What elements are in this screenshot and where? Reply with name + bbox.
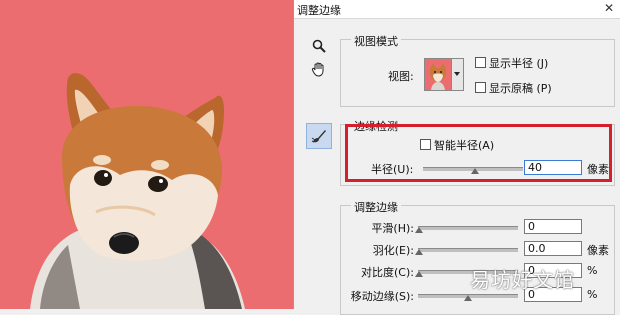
contrast-label: 对比度(C):	[361, 266, 414, 279]
feather-unit: 像素	[587, 244, 609, 257]
dog-thumbnail-image	[429, 63, 447, 90]
watermark-text: 易坊好文馆	[470, 268, 575, 292]
show-radius-label: 显示半径 (J)	[489, 57, 549, 70]
view-thumbnail[interactable]	[424, 58, 452, 91]
shift-edge-label: 移动边缘(S):	[350, 290, 414, 303]
adjust-edge-group: 调整边缘 平滑(H): 0 羽化(E): 0.0 像素 对比度(C): 0 % …	[340, 199, 615, 315]
view-label: 视图:	[388, 70, 414, 83]
smooth-slider[interactable]	[418, 226, 518, 230]
feather-slider[interactable]	[418, 248, 518, 252]
magnifier-icon	[312, 39, 326, 53]
view-mode-legend: 视图模式	[351, 33, 401, 49]
refine-radius-tool-button[interactable]	[306, 123, 332, 149]
contrast-slider-thumb[interactable]	[415, 271, 423, 277]
view-dropdown-button[interactable]	[452, 58, 464, 91]
feather-slider-thumb[interactable]	[415, 249, 423, 255]
smooth-slider-thumb[interactable]	[415, 227, 423, 233]
zoom-tool-button[interactable]	[308, 35, 330, 57]
dialog-titlebar: 调整边缘 ✕	[294, 0, 620, 19]
feather-input[interactable]: 0.0	[524, 241, 582, 256]
shift-edge-unit: %	[587, 288, 598, 301]
annotation-highlight-box	[345, 124, 612, 182]
shiba-dog-photo	[30, 73, 245, 309]
smooth-label: 平滑(H):	[371, 222, 414, 235]
adjust-edge-legend: 调整边缘	[351, 199, 401, 215]
hand-icon	[311, 62, 324, 77]
show-original-label: 显示原稿 (P)	[489, 82, 552, 95]
show-original-checkbox[interactable]	[475, 82, 486, 93]
shift-edge-slider-thumb[interactable]	[464, 295, 472, 301]
chevron-down-icon	[454, 72, 460, 76]
image-preview-canvas[interactable]	[0, 0, 293, 309]
feather-label: 羽化(E):	[372, 244, 414, 257]
close-icon[interactable]: ✕	[604, 1, 614, 15]
hand-tool-button[interactable]	[308, 58, 330, 80]
smooth-input[interactable]: 0	[524, 219, 582, 234]
dialog-title: 调整边缘	[297, 4, 341, 17]
contrast-unit: %	[587, 264, 598, 277]
show-radius-checkbox[interactable]	[475, 57, 486, 68]
brush-icon	[311, 130, 326, 143]
view-mode-group: 视图模式 视图: 显示半径 (J) 显示原稿 (P)	[340, 33, 615, 107]
